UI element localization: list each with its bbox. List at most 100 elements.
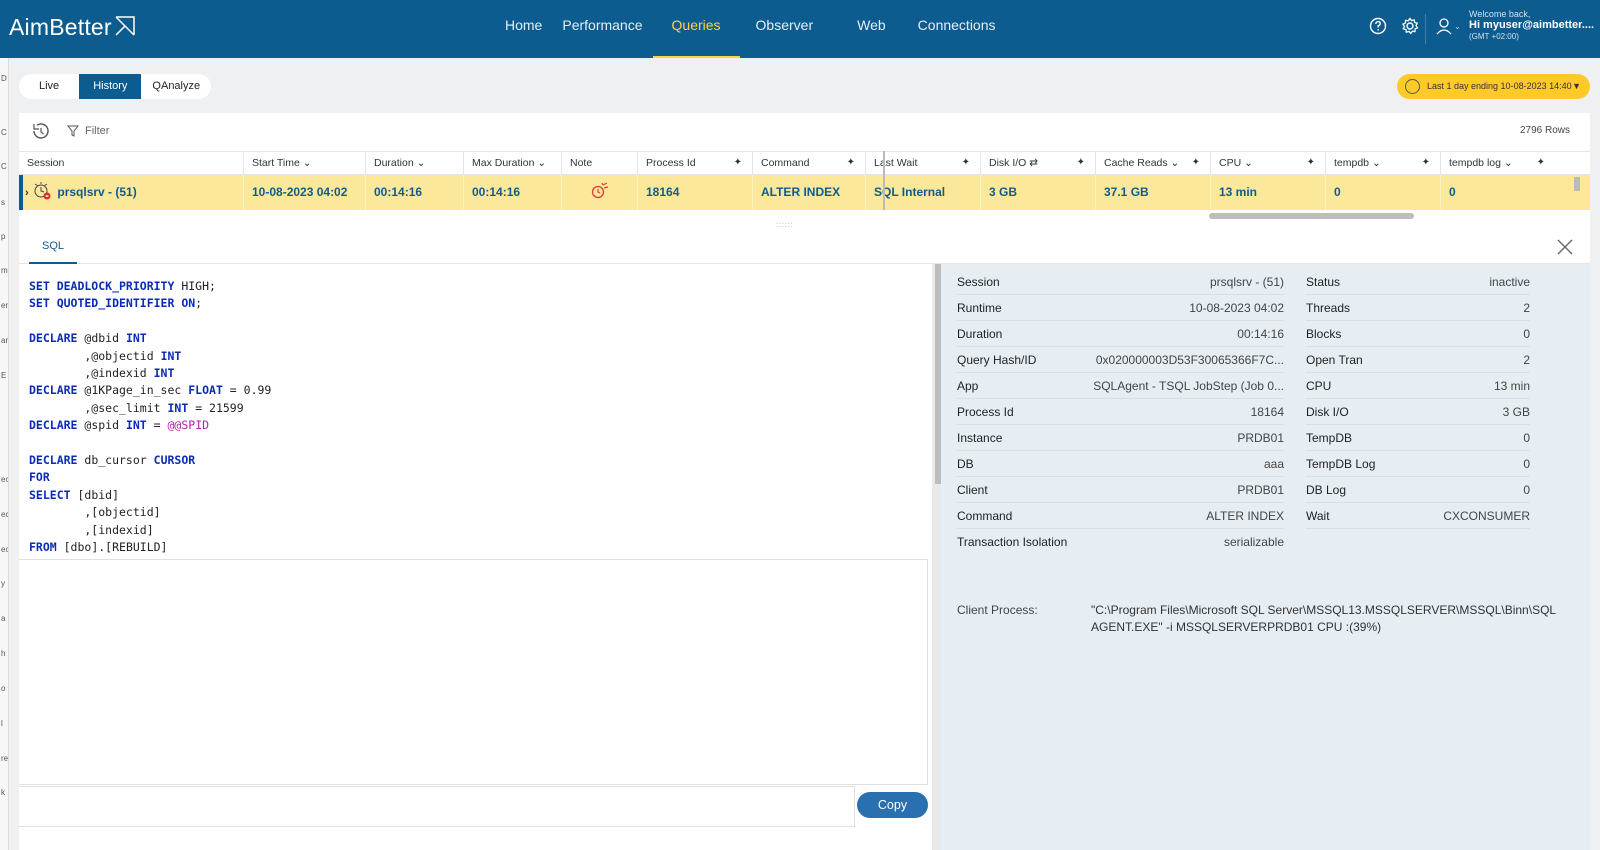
detail-wait: Wait CXCONSUMER bbox=[1306, 503, 1530, 529]
sidebar-item[interactable]: o bbox=[1, 684, 5, 693]
sort-icon: ⌄ bbox=[1503, 157, 1513, 169]
detail-label: Duration bbox=[957, 327, 1003, 341]
expand-icon[interactable]: › bbox=[25, 187, 29, 199]
user-menu[interactable]: Welcome back, Hi myuser@aimbetter.... (G… bbox=[1469, 9, 1594, 41]
col-duration[interactable]: Duration ⌄ bbox=[365, 152, 463, 174]
app-logo[interactable]: AimBetter bbox=[9, 14, 136, 41]
panel-resize-handle[interactable]: :::::: bbox=[776, 222, 794, 229]
sql-code-viewer[interactable]: SET DEADLOCK_PRIORITY HIGH; SET QUOTED_I… bbox=[29, 278, 929, 563]
sidebar-item[interactable]: s bbox=[1, 198, 5, 207]
detail-value: 0 bbox=[1523, 457, 1530, 471]
nav-performance[interactable]: Performance bbox=[552, 0, 652, 58]
sidebar-item[interactable]: ec bbox=[1, 545, 8, 554]
sidebar-item[interactable]: C bbox=[1, 128, 7, 137]
sidebar-item[interactable]: a bbox=[1, 614, 5, 623]
gear-icon[interactable] bbox=[1400, 16, 1420, 36]
nav-observer[interactable]: Observer bbox=[740, 0, 836, 58]
col-session[interactable]: Session bbox=[19, 152, 243, 174]
sidebar-item[interactable]: ec bbox=[1, 475, 8, 484]
sidebar-item[interactable]: l bbox=[1, 719, 3, 728]
pin-icon[interactable]: ✦ bbox=[734, 152, 742, 174]
sidebar-item[interactable]: ec bbox=[1, 510, 8, 519]
sidebar-item[interactable]: h bbox=[1, 649, 5, 658]
grid-vertical-scrollbar[interactable] bbox=[1574, 177, 1580, 191]
col-process-id[interactable]: Process Id ✦ bbox=[637, 152, 752, 174]
sidebar-item[interactable]: k bbox=[1, 788, 5, 797]
user-icon[interactable] bbox=[1434, 16, 1454, 36]
detail-label: CPU bbox=[1306, 379, 1332, 393]
nav-queries[interactable]: Queries bbox=[652, 0, 740, 58]
sidebar-item[interactable]: ar bbox=[1, 336, 8, 345]
date-range-label: Last 1 day ending 10-08-2023 14:40 bbox=[1427, 81, 1572, 91]
pin-icon[interactable]: ✦ bbox=[847, 152, 855, 174]
sidebar-item[interactable]: re bbox=[1, 754, 8, 763]
help-icon[interactable] bbox=[1368, 16, 1388, 36]
pin-icon[interactable]: ✦ bbox=[1077, 152, 1085, 174]
pin-icon[interactable]: ✦ bbox=[1307, 152, 1315, 174]
detail-tempdb: TempDB 0 bbox=[1306, 425, 1530, 451]
col-tempdb-log[interactable]: tempdb log ⌄ ✦ bbox=[1440, 152, 1555, 174]
col-tempdb[interactable]: tempdb ⌄ ✦ bbox=[1325, 152, 1440, 174]
copy-button[interactable]: Copy bbox=[857, 792, 928, 818]
table-row[interactable]: › prsqlsrv - (51) 10-08-2023 04:02 00:14… bbox=[19, 175, 1590, 210]
user-name: Hi myuser@aimbetter.... bbox=[1469, 19, 1595, 32]
grid-horizontal-scrollbar[interactable] bbox=[1209, 213, 1414, 219]
detail-label: Session bbox=[957, 275, 1000, 289]
sort-icon: ⌄ bbox=[1244, 157, 1253, 169]
detail-label: Query Hash/ID bbox=[957, 353, 1037, 367]
filter-button[interactable]: Filter bbox=[67, 125, 109, 137]
sidebar-item[interactable]: E bbox=[1, 371, 6, 380]
cell-cpu: 13 min bbox=[1210, 175, 1325, 210]
nav-home[interactable]: Home bbox=[495, 0, 552, 58]
close-icon[interactable] bbox=[1555, 237, 1575, 257]
divider bbox=[1425, 14, 1426, 44]
cell-disk-io: 3 GB bbox=[980, 175, 1095, 210]
col-disk-io[interactable]: Disk I/O ⇄ ✦ bbox=[980, 152, 1095, 174]
detail-value: 0 bbox=[1523, 483, 1530, 497]
left-sidebar-collapsed[interactable]: D C C s p m en ar E ec ec ec y a h o l r… bbox=[0, 58, 9, 850]
detail-value[interactable]: 0x020000003D53F30065366F7C... bbox=[1096, 347, 1284, 373]
sidebar-item[interactable]: y bbox=[1, 579, 5, 588]
detail-value: 13 min bbox=[1493, 379, 1530, 393]
pin-icon[interactable]: ✦ bbox=[1422, 152, 1430, 174]
detail-value: serializable bbox=[1223, 535, 1284, 549]
pin-icon[interactable]: ✦ bbox=[1537, 152, 1545, 174]
pin-icon[interactable]: ✦ bbox=[962, 152, 970, 174]
date-range-picker[interactable]: Last 1 day ending 10-08-2023 14:40 ▼ bbox=[1397, 74, 1590, 99]
history-icon[interactable] bbox=[29, 121, 51, 141]
detail-runtime: Runtime 10-08-2023 04:02 bbox=[957, 295, 1284, 321]
mode-history[interactable]: History bbox=[79, 74, 142, 99]
main-nav: Home Performance Queries Observer Web Co… bbox=[495, 0, 1006, 58]
sidebar-item[interactable]: C bbox=[1, 162, 7, 171]
column-label: Start Time bbox=[252, 157, 300, 169]
pin-icon[interactable]: ✦ bbox=[1192, 152, 1200, 174]
note-icon[interactable] bbox=[590, 182, 610, 200]
client-process-label: Client Process: bbox=[957, 603, 1038, 617]
col-max-duration[interactable]: Max Duration ⌄ bbox=[463, 152, 561, 174]
swap-icon: ⇄ bbox=[1029, 157, 1039, 169]
sidebar-item[interactable]: en bbox=[1, 301, 8, 310]
mode-live[interactable]: Live bbox=[19, 74, 79, 99]
detail-label: Threads bbox=[1306, 301, 1351, 315]
detail-instance: Instance PRDB01 bbox=[957, 425, 1284, 451]
sidebar-item[interactable]: p bbox=[1, 232, 5, 241]
mode-qanalyze[interactable]: QAnalyze bbox=[141, 74, 211, 99]
detail-value[interactable]: SQLAgent - TSQL JobStep (Job 0... bbox=[1093, 373, 1284, 399]
nav-connections[interactable]: Connections bbox=[908, 0, 1006, 58]
col-note[interactable]: Note bbox=[561, 152, 637, 174]
sort-icon: ⌄ bbox=[302, 157, 312, 169]
sidebar-item[interactable]: m bbox=[1, 266, 8, 275]
detail-value: 0 bbox=[1523, 431, 1530, 445]
chevron-down-icon[interactable]: ⌄ bbox=[1454, 22, 1461, 31]
detail-value: PRDB01 bbox=[1237, 483, 1284, 497]
col-cpu[interactable]: CPU ⌄ ✦ bbox=[1210, 152, 1325, 174]
tab-sql[interactable]: SQL bbox=[29, 231, 78, 264]
cell-max-duration: 00:14:16 bbox=[463, 175, 561, 210]
sort-icon: ⌄ bbox=[416, 157, 426, 169]
col-cache-reads[interactable]: Cache Reads ⌄ ✦ bbox=[1095, 152, 1210, 174]
sql-editor-area[interactable] bbox=[19, 559, 928, 785]
col-command[interactable]: Command ✦ bbox=[752, 152, 865, 174]
nav-web[interactable]: Web bbox=[835, 0, 908, 58]
sidebar-item[interactable]: D bbox=[1, 74, 7, 83]
col-start-time[interactable]: Start Time ⌄ bbox=[243, 152, 365, 174]
